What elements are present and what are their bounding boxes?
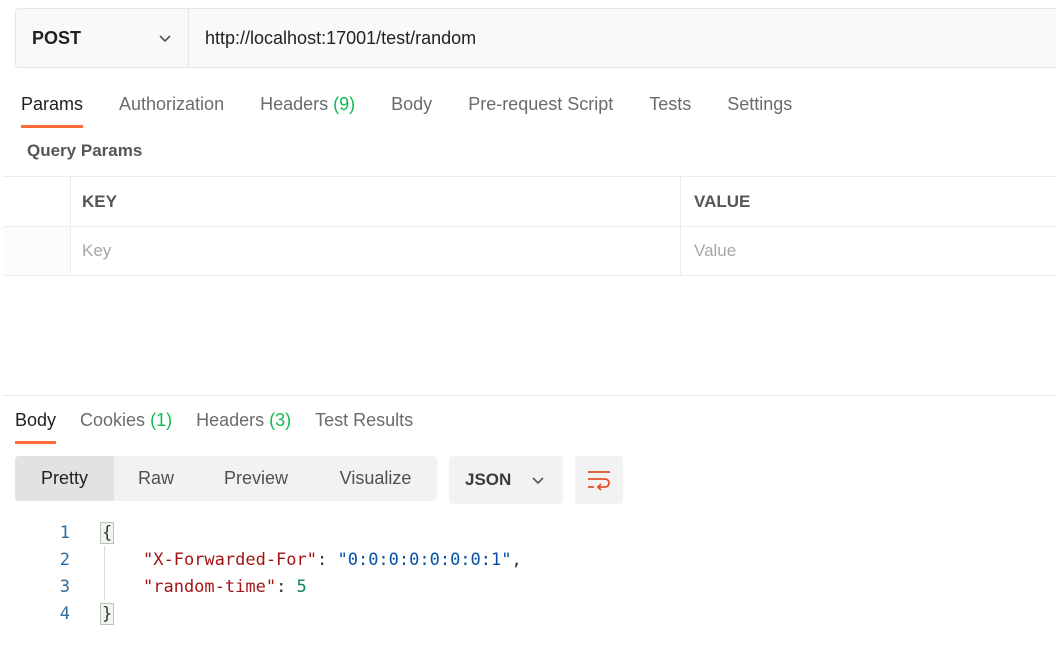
wrap-lines-icon	[588, 471, 610, 491]
url-input[interactable]: http://localhost:17001/test/random	[189, 9, 1056, 67]
tab-body[interactable]: Body	[391, 90, 432, 128]
tab-pre-request-script[interactable]: Pre-request Script	[468, 90, 613, 128]
line-number: 2	[59, 549, 70, 570]
line-number: 4	[59, 603, 70, 624]
format-label: JSON	[465, 470, 512, 489]
param-key-input[interactable]: Key	[71, 227, 681, 275]
close-brace: }	[100, 602, 115, 625]
indent-guide	[104, 546, 105, 600]
view-visualize-button[interactable]: Visualize	[314, 456, 437, 501]
tab-tests[interactable]: Tests	[649, 90, 691, 128]
response-tabs: Body Cookies (1) Headers (3) Test Result…	[15, 406, 437, 444]
json-key: "X-Forwarded-For"	[143, 549, 317, 570]
headers-count: (9)	[333, 94, 356, 114]
resp-headers-count: (3)	[269, 410, 292, 430]
resp-tab-test-results[interactable]: Test Results	[315, 406, 413, 444]
view-preview-button[interactable]: Preview	[198, 456, 314, 501]
chevron-down-icon	[159, 35, 171, 43]
format-select[interactable]: JSON	[449, 456, 563, 504]
code-line: 1 {	[0, 519, 700, 546]
chevron-down-icon	[532, 477, 544, 485]
params-header-check	[3, 177, 71, 226]
code-line: 4 }	[0, 600, 700, 627]
params-header-key: KEY	[71, 177, 681, 226]
request-tabs: Params Authorization Headers (9) Body Pr…	[21, 90, 828, 128]
response-divider	[3, 395, 1056, 396]
tab-headers[interactable]: Headers (9)	[260, 90, 355, 128]
resp-tab-body[interactable]: Body	[15, 406, 57, 444]
response-body-viewer[interactable]: 1 { 2 "X-Forwarded-For": "0:0:0:0:0:0:0:…	[0, 519, 700, 627]
params-table: KEY VALUE Key Value	[3, 176, 1056, 276]
tab-authorization[interactable]: Authorization	[119, 90, 224, 128]
line-number: 3	[59, 576, 70, 597]
url-text: http://localhost:17001/test/random	[205, 27, 477, 48]
resp-tab-cookies[interactable]: Cookies (1)	[80, 406, 172, 444]
view-pretty-button[interactable]: Pretty	[15, 456, 114, 501]
method-select[interactable]: POST	[16, 9, 189, 67]
params-header-row: KEY VALUE	[3, 176, 1056, 226]
code-line: 3 "random-time": 5	[0, 573, 700, 600]
open-brace: {	[100, 521, 115, 544]
params-input-row: Key Value	[3, 226, 1056, 276]
view-raw-button[interactable]: Raw	[114, 456, 198, 501]
resp-tab-headers[interactable]: Headers (3)	[196, 406, 291, 444]
param-value-input[interactable]: Value	[681, 227, 1056, 275]
view-mode-selector: Pretty Raw Preview Visualize	[15, 456, 437, 501]
method-label: POST	[32, 27, 82, 48]
cookies-count: (1)	[150, 410, 173, 430]
line-number: 1	[59, 522, 70, 543]
query-params-title: Query Params	[27, 141, 143, 160]
tab-params[interactable]: Params	[21, 90, 84, 128]
json-value: "0:0:0:0:0:0:0:1"	[337, 549, 512, 570]
request-bar: POST http://localhost:17001/test/random	[15, 8, 1056, 68]
code-line: 2 "X-Forwarded-For": "0:0:0:0:0:0:0:1",	[0, 546, 700, 573]
params-header-value: VALUE	[694, 191, 751, 211]
json-value: 5	[296, 576, 307, 597]
params-row-check[interactable]	[3, 227, 71, 275]
json-key: "random-time"	[143, 576, 277, 597]
tab-settings[interactable]: Settings	[727, 90, 792, 128]
wrap-lines-button[interactable]	[575, 456, 623, 504]
